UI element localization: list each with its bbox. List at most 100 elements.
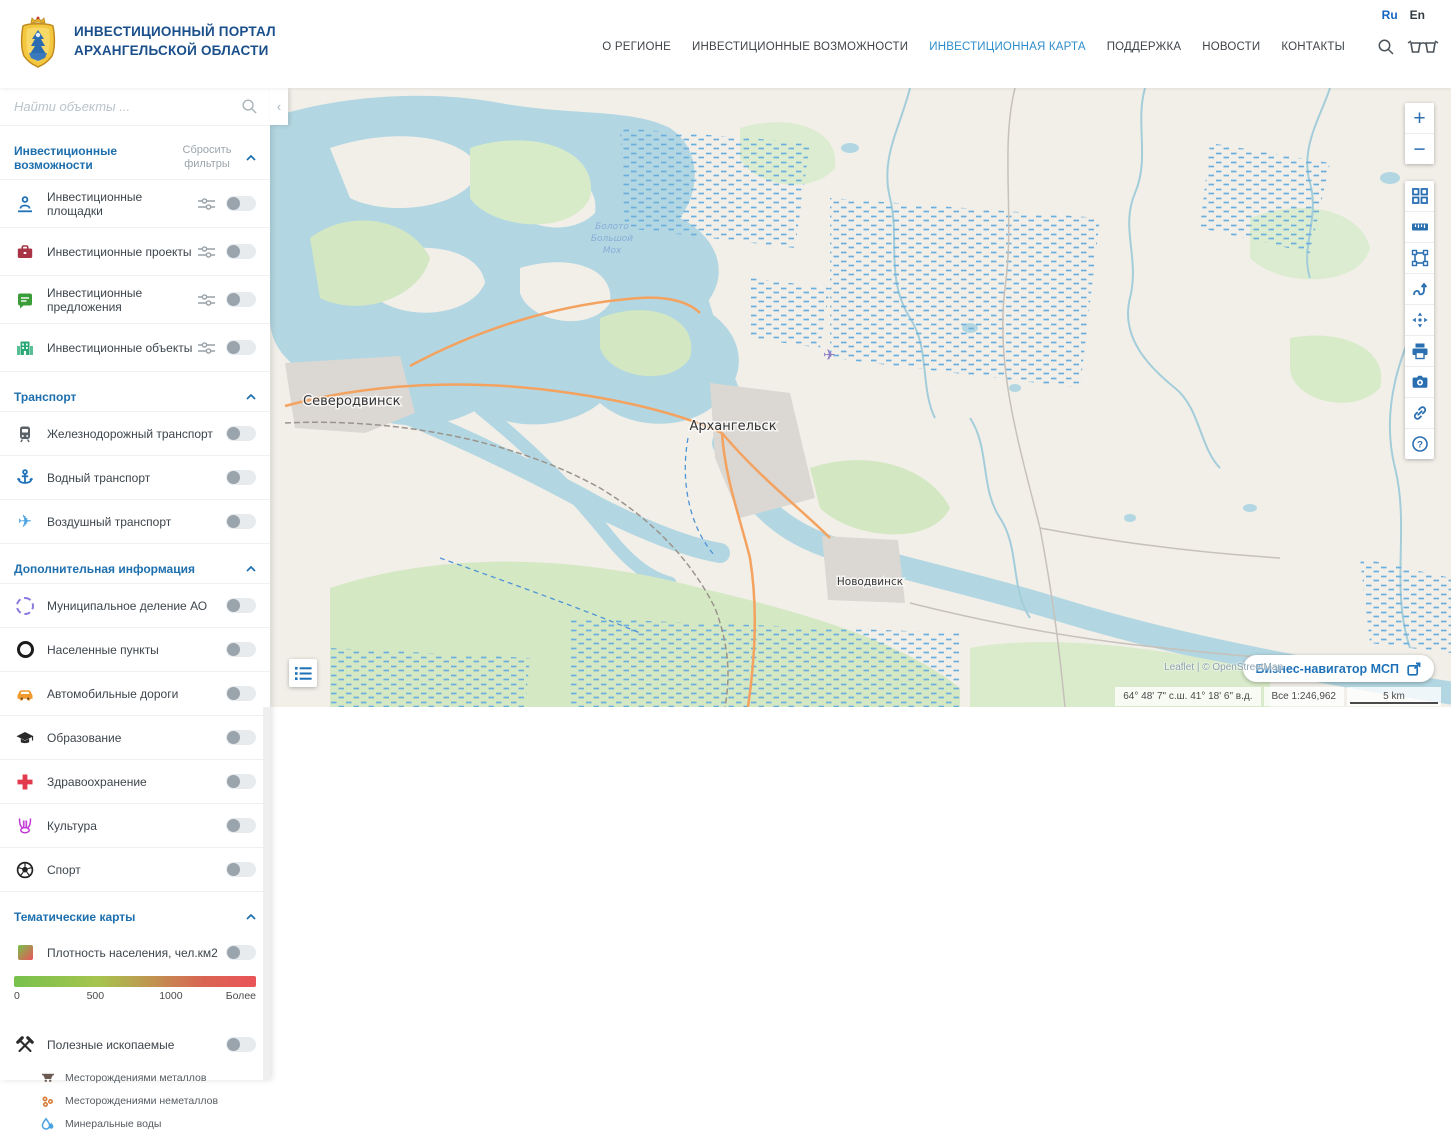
ruler-button[interactable] bbox=[1405, 211, 1434, 242]
layer-toggle[interactable] bbox=[226, 1037, 256, 1052]
layer-toggle[interactable] bbox=[226, 774, 256, 789]
polygon-select-icon bbox=[1411, 249, 1429, 267]
layer-toggle[interactable] bbox=[226, 514, 256, 529]
route-button[interactable] bbox=[1405, 273, 1434, 304]
polygon-select-button[interactable] bbox=[1405, 242, 1434, 273]
layer-toggle[interactable] bbox=[226, 340, 256, 355]
sidebar-subitem-nonmetal-deposits[interactable]: Месторождениями неметаллов bbox=[0, 1089, 270, 1112]
map-label-swamp-1: Болото bbox=[595, 222, 629, 232]
layer-toggle[interactable] bbox=[226, 730, 256, 745]
item-label: Образование bbox=[47, 731, 226, 745]
sidebar-item-roads[interactable]: Автомобильные дороги bbox=[0, 671, 270, 716]
sidebar-item-minerals[interactable]: Полезные ископаемые bbox=[0, 1023, 270, 1066]
lang-en[interactable]: En bbox=[1410, 8, 1425, 22]
sidebar-item-municipal-division[interactable]: Муниципальное деление АО bbox=[0, 583, 270, 628]
filter-sliders-icon[interactable] bbox=[198, 293, 215, 307]
sidebar-item-settlements[interactable]: Населенные пункты bbox=[0, 627, 270, 672]
layer-toggle[interactable] bbox=[226, 196, 256, 211]
sidebar-item-education[interactable]: Образование bbox=[0, 715, 270, 760]
scale-ratio-readout[interactable]: Все 1:246,962 bbox=[1264, 687, 1345, 706]
zoom-in-button[interactable]: + bbox=[1405, 103, 1434, 133]
section-title: Инвестиционные возможности bbox=[14, 144, 172, 172]
accessibility-glasses-icon[interactable] bbox=[1407, 40, 1439, 60]
nonmetal-deposit-icon bbox=[40, 1094, 56, 1108]
sidebar-subitem-metal-deposits[interactable]: Месторождениями металлов bbox=[0, 1066, 270, 1089]
zoom-out-button[interactable]: − bbox=[1405, 133, 1434, 164]
layers-grid-icon bbox=[1411, 187, 1429, 205]
layer-toggle[interactable] bbox=[226, 862, 256, 877]
layer-toggle[interactable] bbox=[226, 470, 256, 485]
share-link-button[interactable] bbox=[1405, 397, 1434, 428]
filter-sliders-icon[interactable] bbox=[198, 245, 215, 259]
sidebar-item-healthcare[interactable]: Здравоохранение bbox=[0, 759, 270, 804]
plane-icon: ✈ bbox=[14, 513, 36, 530]
sidebar-item-sport[interactable]: Спорт bbox=[0, 847, 270, 892]
legend-tick: Более bbox=[226, 990, 256, 1002]
print-button[interactable] bbox=[1405, 335, 1434, 366]
nav-investment-map[interactable]: ИНВЕСТИЦИОННАЯ КАРТА bbox=[929, 41, 1085, 53]
search-input[interactable] bbox=[12, 98, 241, 115]
subitem-label: Месторождениями неметаллов bbox=[65, 1095, 256, 1107]
item-label: Культура bbox=[47, 819, 226, 833]
sidebar-subitem-mineral-waters[interactable]: Минеральные воды bbox=[0, 1112, 270, 1135]
layer-toggle[interactable] bbox=[226, 686, 256, 701]
sidebar-scrollbar[interactable] bbox=[263, 707, 270, 1080]
coat-of-arms-logo bbox=[15, 15, 61, 69]
layer-toggle[interactable] bbox=[226, 426, 256, 441]
sidebar-collapse-button[interactable]: ‹ bbox=[270, 88, 288, 125]
sidebar-item-rail-transport[interactable]: Железнодорожный транспорт bbox=[0, 411, 270, 456]
brand[interactable]: ИНВЕСТИЦИОННЫЙ ПОРТАЛ АРХАНГЕЛЬСКОЙ ОБЛА… bbox=[15, 15, 276, 69]
sidebar-item-population-density[interactable]: Плотность населения, чел.км2 bbox=[0, 931, 270, 974]
search-icon[interactable] bbox=[241, 98, 258, 115]
sidebar-item-water-transport[interactable]: Водный транспорт bbox=[0, 455, 270, 500]
legend-tick: 1000 bbox=[159, 990, 182, 1002]
reset-filters-button[interactable]: Сбросить фильтры bbox=[178, 144, 236, 172]
map-legend-button[interactable] bbox=[289, 659, 317, 687]
map-label-novodvinsk: Новодвинск bbox=[837, 576, 903, 588]
filter-sliders-icon[interactable] bbox=[198, 341, 215, 355]
chevron-up-icon[interactable] bbox=[246, 155, 256, 161]
investment-sites-icon bbox=[14, 194, 36, 214]
nav-support[interactable]: ПОДДЕРЖКА bbox=[1107, 41, 1182, 53]
lang-ru[interactable]: Ru bbox=[1382, 8, 1398, 22]
layer-toggle[interactable] bbox=[226, 642, 256, 657]
print-icon bbox=[1411, 342, 1429, 360]
map-container: ✈ Северодвинск Архангельск Новодвинск Бо… bbox=[270, 88, 1451, 707]
camera-button[interactable] bbox=[1405, 366, 1434, 397]
help-button[interactable]: ? bbox=[1405, 428, 1434, 459]
layers-grid-button[interactable] bbox=[1405, 181, 1434, 211]
route-icon bbox=[1411, 280, 1429, 298]
sidebar-item-investment-sites[interactable]: Инвестиционные площадки bbox=[0, 179, 270, 228]
sidebar-item-investment-objects[interactable]: Инвестиционные объекты bbox=[0, 323, 270, 372]
map-attribution[interactable]: Leaflet | © OpenStreetMap bbox=[1164, 662, 1283, 673]
sidebar-item-investment-projects[interactable]: Инвестиционные проекты bbox=[0, 227, 270, 276]
density-gradient-bar bbox=[14, 976, 256, 987]
nav-news[interactable]: НОВОСТИ bbox=[1202, 41, 1260, 53]
map-canvas[interactable]: ✈ Северодвинск Архангельск Новодвинск Бо… bbox=[270, 88, 1451, 707]
filter-sliders-icon[interactable] bbox=[198, 197, 215, 211]
soccer-ball-icon bbox=[14, 860, 36, 880]
chevron-up-icon[interactable] bbox=[246, 566, 256, 572]
crossed-hammers-icon bbox=[14, 1035, 36, 1055]
chevron-up-icon[interactable] bbox=[246, 914, 256, 920]
layer-toggle[interactable] bbox=[226, 945, 256, 960]
layer-toggle[interactable] bbox=[226, 818, 256, 833]
chevron-up-icon[interactable] bbox=[246, 394, 256, 400]
nav-about-region[interactable]: О РЕГИОНЕ bbox=[602, 41, 671, 53]
sidebar-item-investment-proposals[interactable]: Инвестиционные предложения bbox=[0, 275, 270, 324]
item-label: Водный транспорт bbox=[47, 471, 226, 485]
nav-contacts[interactable]: КОНТАКТЫ bbox=[1281, 41, 1345, 53]
item-label: Муниципальное деление АО bbox=[47, 599, 226, 613]
briefcase-icon bbox=[14, 242, 36, 262]
layer-toggle[interactable] bbox=[226, 292, 256, 307]
layer-toggle[interactable] bbox=[226, 244, 256, 259]
layer-toggle[interactable] bbox=[226, 598, 256, 613]
sidebar-item-air-transport[interactable]: ✈ Воздушный транспорт bbox=[0, 499, 270, 544]
proposal-icon bbox=[14, 290, 36, 310]
sidebar-item-culture[interactable]: Культура bbox=[0, 803, 270, 848]
pan-button[interactable] bbox=[1405, 304, 1434, 335]
header-search-icon[interactable] bbox=[1377, 38, 1395, 61]
building-icon bbox=[14, 338, 36, 358]
health-cross-icon bbox=[14, 772, 36, 792]
nav-investment-opportunities[interactable]: ИНВЕСТИЦИОННЫЕ ВОЗМОЖНОСТИ bbox=[692, 41, 908, 53]
